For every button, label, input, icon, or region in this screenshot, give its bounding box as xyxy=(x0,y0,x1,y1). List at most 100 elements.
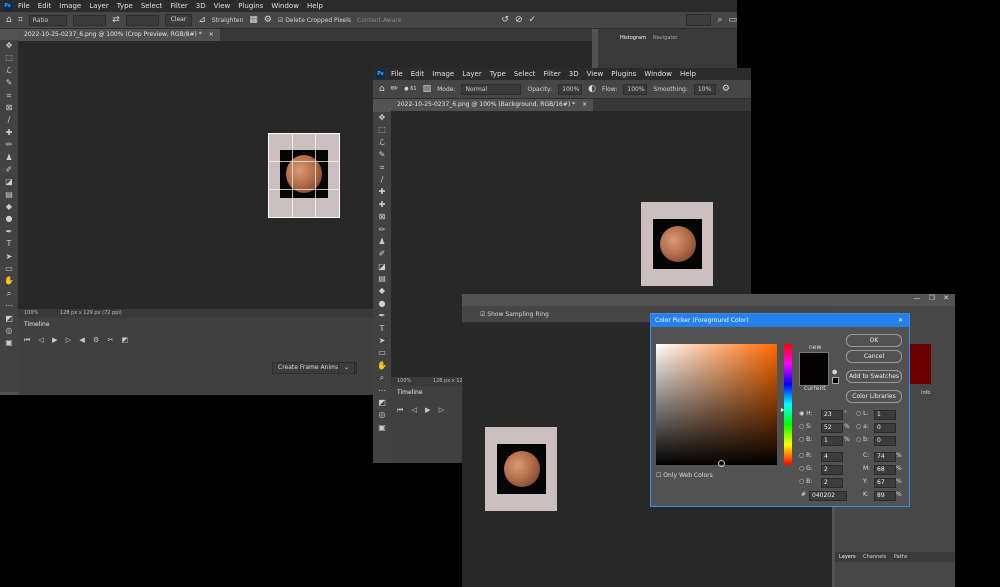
home-icon[interactable]: ⌂ xyxy=(379,84,385,94)
menu-file[interactable]: File xyxy=(14,2,34,10)
move-tool-icon[interactable]: ✥ xyxy=(379,112,386,124)
animation-dropdown[interactable]: ⌄ xyxy=(338,362,356,374)
minimize-icon[interactable]: — xyxy=(913,294,920,302)
r-radio[interactable]: ○ R: xyxy=(799,452,812,459)
menu-filter[interactable]: Filter xyxy=(166,2,191,10)
ok-button[interactable]: OK xyxy=(846,334,902,347)
rgb-b-radio[interactable]: ○ B: xyxy=(799,478,812,485)
type-tool-icon[interactable]: T xyxy=(7,238,12,250)
settings-icon[interactable]: ⚙ xyxy=(93,336,99,344)
color-libraries-button[interactable]: Color Libraries xyxy=(846,390,902,403)
info-tab[interactable]: Info xyxy=(921,390,930,396)
web-safe-swatch[interactable] xyxy=(832,377,839,384)
straighten-icon[interactable]: ⊿ xyxy=(198,15,206,25)
clear-button[interactable]: Clear xyxy=(164,14,193,26)
b-radio[interactable]: ○ B: xyxy=(799,436,812,443)
transition-icon[interactable]: ◩ xyxy=(122,336,129,344)
document-tab[interactable]: 2022-10-25-0237_6.png @ 100% (Crop Previ… xyxy=(18,29,220,41)
opacity-input[interactable]: 100% xyxy=(558,83,583,95)
rgb-b-input[interactable]: 2 xyxy=(821,478,843,488)
lasso-tool-icon[interactable]: ℒ xyxy=(379,137,385,149)
b-input[interactable]: 1 xyxy=(821,436,843,446)
pressure-opacity-icon[interactable]: ◐ xyxy=(588,84,596,94)
first-frame-icon[interactable]: ⏮ xyxy=(397,406,403,414)
width-input[interactable] xyxy=(73,14,107,26)
menu-3d[interactable]: 3D xyxy=(565,70,583,78)
more-tools-icon[interactable]: ⋯ xyxy=(5,300,13,312)
reset-icon[interactable]: ↺ xyxy=(501,15,509,25)
layers-tab[interactable]: Layers xyxy=(839,554,856,560)
crop-tool-icon[interactable]: ⌗ xyxy=(18,15,23,25)
s-input[interactable]: 52 xyxy=(821,423,843,433)
eyedropper-document-image[interactable] xyxy=(485,427,557,511)
delete-cropped-checkbox[interactable]: ☑ Delete Cropped Pixels xyxy=(278,17,351,24)
menu-plugins[interactable]: Plugins xyxy=(234,2,267,10)
cancel-icon[interactable]: ⊘ xyxy=(515,15,523,25)
home-icon[interactable]: ⌂ xyxy=(6,15,12,25)
split-icon[interactable]: ✂ xyxy=(108,336,114,344)
marquee-tool-icon[interactable]: ⬚ xyxy=(378,124,386,136)
menu-3d[interactable]: 3D xyxy=(192,2,210,10)
mode-select[interactable]: Normal xyxy=(461,83,522,95)
show-sampling-ring-checkbox[interactable]: ☑ Show Sampling Ring xyxy=(480,311,549,318)
play-icon[interactable]: ▶ xyxy=(52,336,57,344)
menu-window[interactable]: Window xyxy=(267,2,303,10)
cancel-button[interactable]: Cancel xyxy=(846,350,902,363)
prev-frame-icon[interactable]: ◁ xyxy=(39,336,44,344)
brush-tool-icon[interactable]: ✏ xyxy=(379,224,386,236)
flow-input[interactable]: 100% xyxy=(623,83,648,95)
next-frame-icon[interactable]: ▷ xyxy=(439,406,444,414)
overlay-grid-icon[interactable]: ▦ xyxy=(249,15,258,25)
eyedropper-tool-icon[interactable]: ∕ xyxy=(8,114,11,126)
close-icon[interactable]: ✕ xyxy=(943,294,949,302)
brush-settings-icon[interactable]: ▨ xyxy=(423,84,432,94)
quick-select-tool-icon[interactable]: ✎ xyxy=(379,149,386,161)
frame-tool-icon[interactable]: ⊠ xyxy=(379,211,386,223)
gamut-warning-icon[interactable]: ⬢ xyxy=(832,369,837,376)
gradient-tool-icon[interactable]: ▤ xyxy=(5,189,13,201)
healing-tool-icon[interactable]: ✚ xyxy=(379,186,386,198)
s-radio[interactable]: ○ S: xyxy=(799,423,812,430)
menu-image[interactable]: Image xyxy=(428,70,458,78)
restore-icon[interactable]: ❐ xyxy=(929,294,935,302)
prev-frame-icon[interactable]: ◁ xyxy=(412,406,417,414)
brush-tool-icon[interactable]: ✏ xyxy=(6,139,13,151)
search-icon[interactable]: ⌕ xyxy=(717,15,722,25)
hand-tool-icon[interactable]: ✋ xyxy=(4,275,14,287)
l-input[interactable]: 1 xyxy=(874,410,896,420)
content-aware-label[interactable]: Content-Aware xyxy=(357,17,401,24)
menu-window[interactable]: Window xyxy=(640,70,676,78)
screen-mode-icon[interactable]: ▣ xyxy=(5,337,13,349)
straighten-label[interactable]: Straighten xyxy=(212,17,243,24)
blur-tool-icon[interactable]: ◆ xyxy=(379,285,385,297)
stamp-tool-icon[interactable]: ♟ xyxy=(5,152,12,164)
menu-image[interactable]: Image xyxy=(55,2,85,10)
l-radio[interactable]: ○ L: xyxy=(856,410,869,417)
document-size[interactable]: 128 px x 129 px (72 ppi) xyxy=(60,310,122,316)
add-to-swatches-button[interactable]: Add to Swatches xyxy=(846,370,902,383)
crop-tool-icon[interactable]: ⌗ xyxy=(380,162,385,174)
lab-b-radio[interactable]: ○ b: xyxy=(856,436,869,443)
gradient-tool-icon[interactable]: ▤ xyxy=(378,273,386,285)
close-icon[interactable]: ✕ xyxy=(898,314,903,327)
h-radio[interactable]: ◉ H: xyxy=(799,410,813,417)
menu-view[interactable]: View xyxy=(210,2,235,10)
pen-tool-icon[interactable]: ✒ xyxy=(6,226,13,238)
navigator-tab[interactable]: Navigator xyxy=(653,35,677,41)
color-swatches-icon[interactable]: ◩ xyxy=(5,313,13,325)
menu-layer[interactable]: Layer xyxy=(458,70,486,78)
first-frame-icon[interactable]: ⏮ xyxy=(24,336,30,344)
pen-tool-icon[interactable]: ✒ xyxy=(379,310,386,322)
paths-tab[interactable]: Paths xyxy=(894,554,908,560)
brush-size-indicator[interactable]: ● 61 xyxy=(404,86,416,92)
m-input[interactable]: 68 xyxy=(874,465,896,475)
path-select-icon[interactable]: ➤ xyxy=(379,335,386,347)
menu-help[interactable]: Help xyxy=(303,2,327,10)
channels-tab[interactable]: Channels xyxy=(863,554,886,560)
menu-edit[interactable]: Edit xyxy=(34,2,56,10)
g-input[interactable]: 2 xyxy=(821,465,843,475)
histogram-tab[interactable]: Histogram xyxy=(620,35,646,41)
gear-icon[interactable]: ⚙ xyxy=(264,15,272,25)
menu-layer[interactable]: Layer xyxy=(85,2,113,10)
lab-b-input[interactable]: 0 xyxy=(874,436,896,446)
